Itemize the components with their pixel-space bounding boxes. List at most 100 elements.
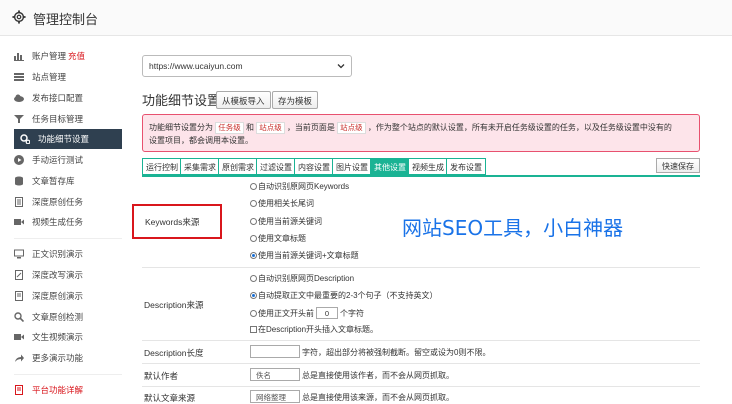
- sidebar-divider: [14, 238, 122, 239]
- quick-save-button[interactable]: 快速保存: [656, 158, 700, 173]
- section-title: 功能细节设置: [142, 93, 221, 108]
- sidebar-item-article-store[interactable]: 文章暂存库: [14, 171, 122, 191]
- alert-text: 和: [245, 123, 254, 132]
- sidebar-item-task-targets[interactable]: 任务目标管理: [14, 109, 122, 129]
- monitor-icon: [14, 249, 24, 259]
- sidebar-item-label: 功能细节设置: [38, 134, 90, 144]
- checkbox[interactable]: [250, 326, 257, 333]
- keywords-option[interactable]: 自动识别原网页Keywords: [250, 181, 349, 192]
- import-template-button[interactable]: 从模板导入: [216, 91, 271, 109]
- radio[interactable]: [250, 183, 257, 190]
- overlay-caption: 网站SEO工具，小白神器: [402, 216, 624, 240]
- author-input[interactable]: 佚名: [250, 368, 300, 381]
- radio-selected[interactable]: [250, 292, 257, 299]
- sidebar-item-manual-test[interactable]: 手动运行测试: [14, 150, 122, 170]
- video-icon: [14, 217, 24, 227]
- video-icon: [14, 332, 24, 342]
- keywords-option[interactable]: 使用当前源关键词: [250, 216, 322, 227]
- option-label: 使用正文开头前: [258, 308, 314, 318]
- sidebar-item-publish-api[interactable]: 发布接口配置: [14, 88, 122, 108]
- sidebar-divider: [14, 374, 122, 375]
- sidebar-item-label: 深度改写演示: [32, 270, 84, 280]
- save-template-button[interactable]: 存为模板: [272, 91, 319, 109]
- site-select-value: https://www.ucaiyun.com: [149, 61, 243, 71]
- option-label: 使用文章标题: [258, 234, 306, 243]
- sidebar-item-platform-guide[interactable]: 平台功能详解: [14, 380, 122, 400]
- database-icon: [14, 176, 24, 186]
- radio[interactable]: [250, 309, 257, 317]
- alert-text: ，当前页面是: [286, 123, 335, 132]
- main-content: https://www.ucaiyun.com 功能细节设置 从模板导入 存为模…: [130, 36, 732, 403]
- gears-icon: [20, 134, 30, 144]
- tab-publish[interactable]: 发布设置: [446, 158, 486, 175]
- sidebar-item-sites[interactable]: 站点管理: [14, 67, 122, 87]
- sidebar-item-label: 任务目标管理: [32, 114, 84, 124]
- sidebar-item-label: 文章原创检测: [32, 312, 84, 322]
- sidebar-item-deep-original-task[interactable]: 深度原创任务: [14, 192, 122, 212]
- radio[interactable]: [250, 275, 257, 282]
- sidebar-item-label: 视频生成任务: [32, 217, 84, 227]
- sidebar: 账户管理 充值 站点管理 发布接口配置 任务目标管理 功能细节设置 手动运行测试…: [0, 36, 128, 400]
- bar-chart-icon: [14, 51, 24, 61]
- tab-video[interactable]: 视频生成: [408, 158, 448, 175]
- description-title-checkbox[interactable]: 在Description开头插入文章标题。: [250, 324, 378, 335]
- desc-length-input[interactable]: [250, 345, 300, 358]
- description-option[interactable]: 自动识别原网页Description: [250, 273, 354, 284]
- description-label: Description来源: [144, 300, 204, 310]
- alert-text: 设置项目，都会调用本设置。: [149, 136, 253, 145]
- document-icon: [14, 385, 24, 395]
- sidebar-item-account[interactable]: 账户管理 充值: [14, 46, 122, 66]
- site-level-tag: 站点级: [337, 122, 366, 134]
- source-input[interactable]: 网络整理: [250, 390, 300, 403]
- sidebar-item-label: 平台功能详解: [32, 385, 84, 395]
- sidebar-item-feature-settings[interactable]: 功能细节设置: [14, 129, 122, 149]
- author-label: 默认作者: [144, 371, 179, 381]
- sidebar-item-deep-original-demo[interactable]: 深度原创演示: [14, 286, 122, 306]
- keywords-option[interactable]: 使用当前源关键词+文章标题: [250, 250, 359, 261]
- keywords-option[interactable]: 使用文章标题: [250, 233, 306, 244]
- alert-text: ，作为整个站点的默认设置，所有未开启任务级设置的任务，以及任务级设置中没有的: [367, 123, 672, 132]
- sidebar-item-rewrite-demo[interactable]: 深度改写演示: [14, 265, 122, 285]
- settings-tabs: 运行控制 采集需求 原创需求 过滤设置 内容设置 图片设置 其他设置 视频生成 …: [142, 158, 700, 177]
- top-bar: 管理控制台: [0, 0, 732, 36]
- description-option[interactable]: 使用正文开头前 0 个字符: [250, 307, 364, 319]
- sidebar-item-text-recognition-demo[interactable]: 正文识别演示: [14, 244, 122, 264]
- keywords-option[interactable]: 使用相关长尾词: [250, 198, 314, 209]
- tab-filter[interactable]: 过滤设置: [256, 158, 296, 175]
- sidebar-item-label: 深度原创演示: [32, 291, 84, 301]
- desc-length-label: Description长度: [144, 348, 204, 358]
- tab-content[interactable]: 内容设置: [294, 158, 334, 175]
- sidebar-item-label: 文生视频演示: [32, 332, 84, 342]
- search-icon: [14, 312, 24, 322]
- char-count-input[interactable]: 0: [316, 307, 338, 319]
- sidebar-item-label: 更多演示功能: [32, 353, 84, 363]
- radio[interactable]: [250, 235, 257, 242]
- sidebar-item-text-to-video-demo[interactable]: 文生视频演示: [14, 327, 122, 347]
- site-select[interactable]: https://www.ucaiyun.com: [142, 55, 352, 77]
- chevron-down-icon: [337, 64, 345, 69]
- app-title: 管理控制台: [33, 12, 99, 27]
- option-label: 使用当前源关键词: [258, 217, 322, 226]
- tab-other[interactable]: 其他设置: [370, 158, 410, 175]
- pencil-icon: [14, 270, 24, 280]
- radio-selected[interactable]: [250, 252, 257, 259]
- desc-length-hint: 字符，超出部分将被强制截断。留空或设为0则不限。: [302, 348, 491, 357]
- tab-run-control[interactable]: 运行控制: [142, 158, 182, 175]
- row-divider: [142, 340, 700, 341]
- description-option[interactable]: 自动提取正文中最重要的2-3个句子（不支持英文）: [250, 290, 438, 301]
- sidebar-item-more-demos[interactable]: 更多演示功能: [14, 348, 122, 368]
- keywords-highlight-box: Keywords来源: [132, 204, 222, 239]
- sidebar-item-video-task[interactable]: 视频生成任务: [14, 212, 122, 232]
- tab-collect[interactable]: 采集需求: [180, 158, 220, 175]
- radio[interactable]: [250, 200, 257, 207]
- sidebar-item-originality-check[interactable]: 文章原创检测: [14, 307, 122, 327]
- keywords-label: Keywords来源: [145, 217, 200, 227]
- recharge-badge[interactable]: 充值: [68, 50, 85, 62]
- row-divider: [142, 267, 700, 268]
- sidebar-item-label: 文章暂存库: [32, 176, 75, 186]
- gear-icon: [12, 10, 26, 24]
- tab-original[interactable]: 原创需求: [218, 158, 258, 175]
- sidebar-item-label: 站点管理: [32, 72, 67, 82]
- radio[interactable]: [250, 218, 257, 225]
- tab-images[interactable]: 图片设置: [332, 158, 372, 175]
